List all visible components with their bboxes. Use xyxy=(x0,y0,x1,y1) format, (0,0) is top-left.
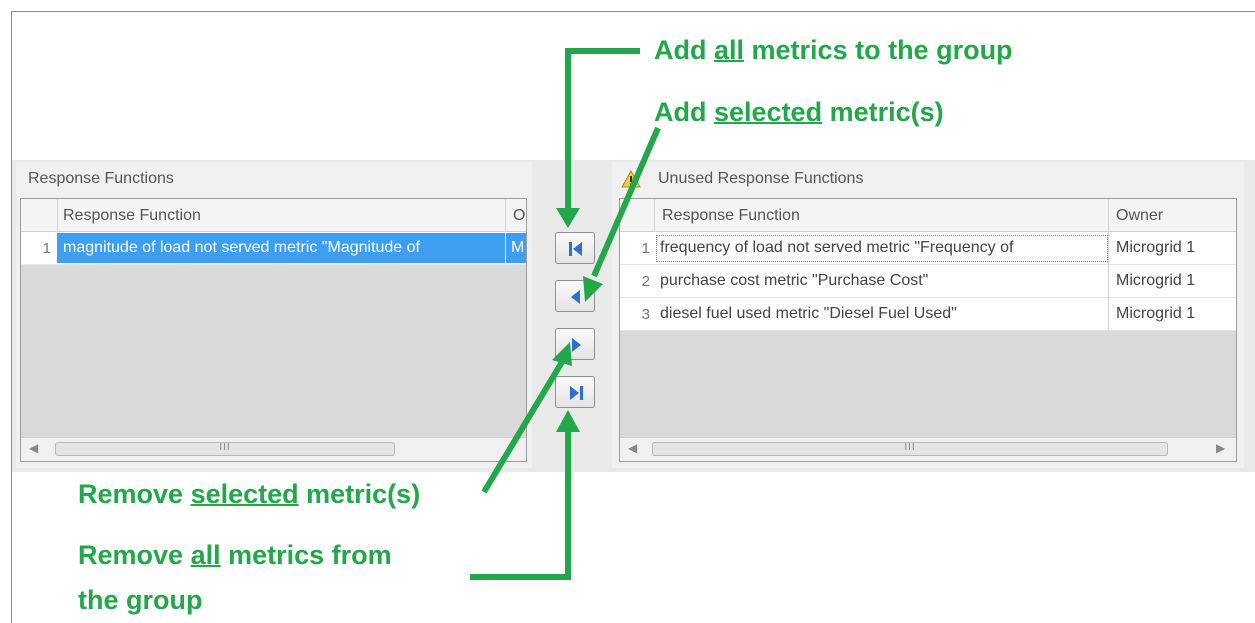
screenshot: Response Functions Response Function O 1… xyxy=(0,0,1255,623)
annotation-add-selected: Add selected metric(s) xyxy=(654,97,944,127)
arrow-add-all xyxy=(565,48,640,210)
arrow-add-selected xyxy=(591,126,661,278)
annotation-remove-selected: Remove selected metric(s) xyxy=(78,479,421,509)
arrow-remove-selected xyxy=(481,360,565,494)
annotation-add-all: Add all metrics to the group xyxy=(654,35,1013,65)
arrow-remove-all xyxy=(470,430,571,580)
annotation-arrows xyxy=(470,48,661,580)
annotation-remove-all-line2: the group xyxy=(78,585,203,615)
annotation-remove-all: Remove all metrics from xyxy=(78,540,392,570)
